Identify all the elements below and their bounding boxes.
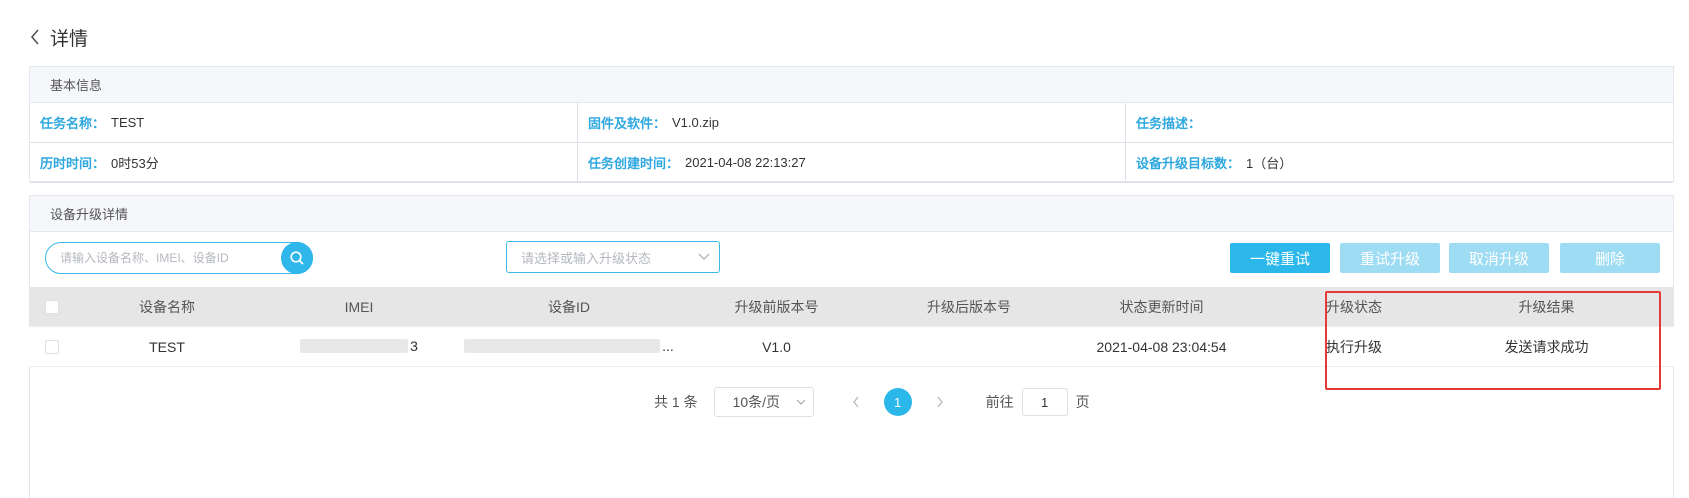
col-upgrade-status: 升级状态 [1326,298,1382,315]
info-label: 任务名称： [40,116,106,131]
col-imei: IMEI [344,298,374,315]
prev-page-icon[interactable] [846,396,866,408]
cell-prev-version: V1.0 [762,338,791,355]
page-title: 详情 [50,28,89,50]
col-upgrade-result: 升级结果 [1518,298,1575,315]
info-target-count: 设备升级目标数： 1（台） [1126,143,1673,183]
imei-suffix: 3 [410,337,418,354]
info-task-name: 任务名称： TEST [30,103,578,143]
page-number-current[interactable]: 1 [883,388,912,416]
col-device-id: 设备ID [548,298,590,315]
col-updated-time: 状态更新时间 [1119,298,1204,315]
chevron-left-icon[interactable] [30,29,40,45]
select-all-checkbox[interactable] [45,299,59,314]
next-page-icon[interactable] [930,396,950,408]
status-select-placeholder: 请选择或输入升级状态 [521,250,652,266]
table-row[interactable]: TEST 3 ... V1.0 2021-04-08 23:04:54 执行升级… [29,327,1674,367]
basic-info-panel: 基本信息 任务名称： TEST 固件及软件： V1.0.zip 任务描述： 历时… [29,66,1674,183]
info-description: 任务描述： [1126,103,1673,143]
info-duration: 历时时间： 0时53分 [30,143,578,183]
info-firmware: 固件及软件： V1.0.zip [578,103,1126,143]
delete-button[interactable]: 删除 [1560,243,1660,273]
cancel-upgrade-button[interactable]: 取消升级 [1449,243,1549,273]
total-prefix: 共 [654,394,668,410]
info-label: 设备升级目标数： [1136,156,1241,171]
basic-info-title: 基本信息 [30,67,1673,103]
col-prev-version: 升级前版本号 [734,298,819,315]
goto-page: 前往 页 [986,388,1090,416]
basic-info-grid: 任务名称： TEST 固件及软件： V1.0.zip 任务描述： 历时时间： 0… [30,103,1673,183]
info-value: 0时53分 [111,156,159,171]
row-select-cell [29,339,75,354]
row-checkbox[interactable] [45,339,59,354]
cell-upgrade-status: 执行升级 [1326,338,1382,355]
page-size-select[interactable]: 10条/页 [713,387,814,417]
redacted-imei: 3 [300,338,418,354]
device-id-suffix: ... [662,337,674,354]
retry-all-button[interactable]: 一键重试 [1230,243,1330,273]
table-header: 设备名称 IMEI 设备ID 升级前版本号 升级后版本号 状态更新时间 升级状态… [29,287,1674,327]
page: 详情 基本信息 任务名称： TEST 固件及软件： V1.0.zip 任务描述：… [0,0,1689,498]
chevron-down-icon [689,253,719,261]
cell-upgrade-result: 发送请求成功 [1504,338,1589,355]
total-count: 1 [671,394,680,410]
col-device-name: 设备名称 [139,298,195,315]
cell-device-name: TEST [149,338,185,355]
pagination-total: 共 1 条 [654,392,698,412]
total-suffix: 条 [683,394,698,410]
cell-device-id: ... [459,338,679,356]
page-size-value: 10条/页 [732,394,781,410]
info-value: TEST [111,115,145,130]
goto-page-input[interactable] [1021,388,1068,416]
chevron-down-icon [789,399,813,405]
redacted-device-id: ... [464,338,674,354]
search-icon[interactable] [281,242,313,274]
info-label: 历时时间： [40,156,106,171]
info-value: 2021-04-08 22:13:27 [685,155,806,170]
select-all-cell [29,299,75,314]
cell-imei: 3 [259,338,459,356]
info-label: 任务创建时间： [588,156,680,171]
goto-suffix: 页 [1075,394,1090,410]
upgrade-details-title: 设备升级详情 [30,196,1673,232]
info-value: 1（台） [1246,156,1293,171]
info-label: 固件及软件： [588,116,667,131]
search-input[interactable] [60,243,270,273]
retry-upgrade-button[interactable]: 重试升级 [1340,243,1440,273]
col-next-version: 升级后版本号 [927,298,1011,315]
pagination: 共 1 条 10条/页 1 前往 页 [654,387,1090,417]
upgrade-status-select[interactable]: 请选择或输入升级状态 [506,241,720,273]
search-box [45,242,313,274]
info-label: 任务描述： [1136,116,1202,131]
page-header: 详情 [30,22,88,52]
upgrade-table: 设备名称 IMEI 设备ID 升级前版本号 升级后版本号 状态更新时间 升级状态… [29,287,1674,367]
cell-updated-time: 2021-04-08 23:04:54 [1096,338,1227,355]
info-created-time: 任务创建时间： 2021-04-08 22:13:27 [578,143,1126,183]
goto-label: 前往 [985,394,1014,410]
info-value: V1.0.zip [672,115,719,130]
